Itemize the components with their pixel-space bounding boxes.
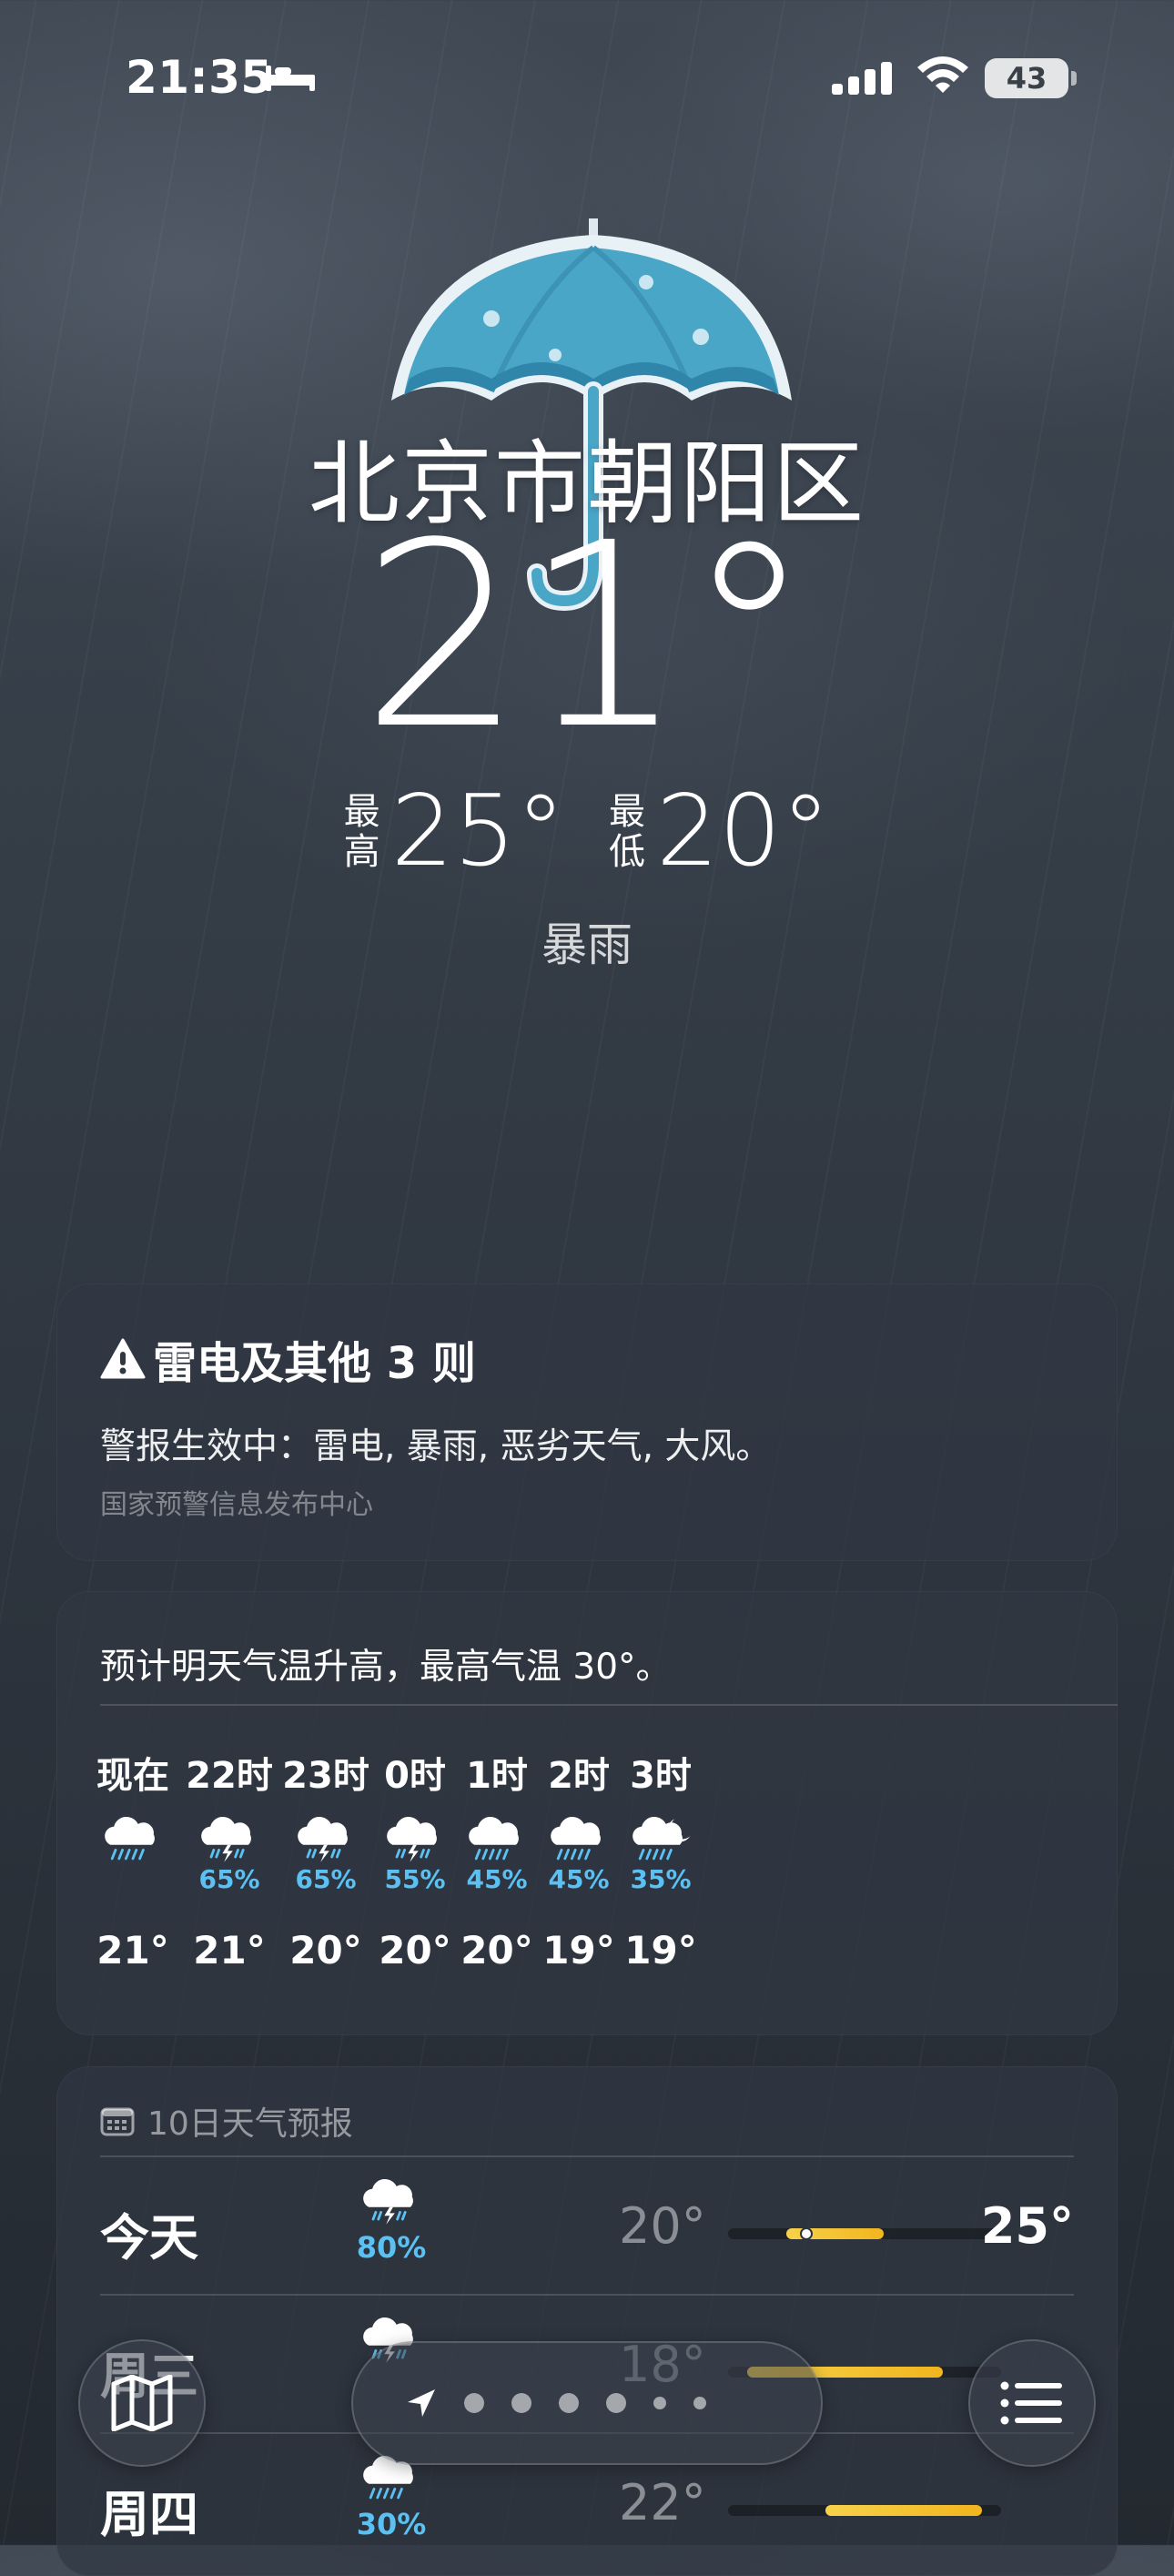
wifi-icon xyxy=(917,56,968,93)
low-label: 最 低 xyxy=(609,791,645,873)
map-button[interactable] xyxy=(78,2339,206,2467)
hour-precip-chance: 65% xyxy=(295,1864,357,1894)
bed-icon xyxy=(266,66,315,91)
day-precip-chance: 80% xyxy=(356,2230,427,2265)
daily-header: 10日天气预报 xyxy=(100,2097,353,2145)
calendar-icon xyxy=(100,2107,135,2136)
cloud-moon-rain-icon xyxy=(633,1816,691,1861)
hour-label: 3时 xyxy=(630,1755,692,1797)
cloud-thunder-rain-icon xyxy=(363,2178,413,2225)
low-temperature-group: 最 低 20° xyxy=(609,783,830,881)
battery-tip xyxy=(1071,71,1077,86)
hour-icon-wrap: 35% xyxy=(597,1815,724,1924)
low-temperature: 20° xyxy=(656,775,831,888)
cellular-signal-icon xyxy=(832,62,892,95)
day-name: 今天 xyxy=(100,2209,198,2267)
cloud-thunder-rain-icon xyxy=(201,1816,251,1862)
location-list-button[interactable] xyxy=(968,2339,1096,2467)
cloud-rain-icon xyxy=(105,1816,155,1861)
high-label: 最 高 xyxy=(343,791,380,873)
high-temperature-group: 最 高 25° xyxy=(344,783,565,881)
day-high-temp: 25° xyxy=(980,2197,1074,2255)
alert-title: 雷电及其他 3 则 xyxy=(100,1327,476,1391)
divider xyxy=(100,1704,1118,1706)
location-arrow-icon[interactable] xyxy=(406,2388,437,2419)
page-dot[interactable] xyxy=(606,2393,626,2413)
temperature-range-bar xyxy=(728,2505,1001,2516)
high-temperature: 25° xyxy=(390,775,565,888)
day-low-temp: 22° xyxy=(619,2474,706,2531)
ten-day-forecast-card[interactable]: 10日天气预报 今天80%20°25°周三18°周四30%22° xyxy=(56,2066,1118,2576)
page-dot[interactable] xyxy=(653,2397,666,2409)
temperature-range-bar xyxy=(728,2227,1001,2240)
day-precip-chance: 30% xyxy=(356,2507,427,2541)
hour-item: 3时 35% 19° xyxy=(597,1746,724,1973)
alert-source: 国家预警信息发布中心 xyxy=(100,1489,373,1521)
day-name: 周四 xyxy=(100,2486,198,2543)
hourly-forecast-card[interactable]: 预计明天气温升高，最高气温 30°。 现在 21° 22时 65% 21° 23时 65% 2… xyxy=(56,1591,1118,2035)
warning-triangle-icon xyxy=(100,1338,146,1379)
weather-condition: 暴雨 xyxy=(541,918,633,971)
status-time: 21:35 xyxy=(126,51,273,104)
weather-alert-card[interactable]: 雷电及其他 3 则 警报生效中：雷电, 暴雨, 恶劣天气, 大风。 国家预警信息… xyxy=(56,1283,1118,1561)
day-icon-wrap: 30% xyxy=(346,2454,437,2541)
map-icon xyxy=(111,2375,173,2431)
hour-precip-chance: 65% xyxy=(198,1864,260,1894)
temperature-range-fill xyxy=(825,2505,982,2516)
current-temperature: 21° xyxy=(360,489,814,786)
list-icon xyxy=(1000,2381,1062,2425)
hour-temperature: 19° xyxy=(624,1928,697,1973)
day-low-temp: 20° xyxy=(619,2197,706,2255)
page-dot[interactable] xyxy=(464,2393,484,2413)
day-row[interactable]: 今天 80% 20° 25° xyxy=(100,2157,1074,2294)
cloud-thunder-rain-icon xyxy=(298,1816,348,1862)
day-icon-wrap: 80% xyxy=(346,2177,437,2265)
hour-precip-chance: 35% xyxy=(630,1864,692,1894)
location-pager[interactable] xyxy=(351,2341,823,2465)
page-dots[interactable] xyxy=(464,2393,706,2413)
page-dot[interactable] xyxy=(559,2393,579,2413)
alert-body: 警报生效中：雷电, 暴雨, 恶劣天气, 大风。 xyxy=(100,1426,772,1467)
hourly-summary: 预计明天气温升高，最高气温 30°。 xyxy=(100,1647,672,1688)
page-dot[interactable] xyxy=(511,2393,531,2413)
page-dot[interactable] xyxy=(693,2397,706,2409)
high-low-temperatures: 最 高 25° 最 低 20° xyxy=(0,783,1174,881)
current-temperature-dot xyxy=(799,2227,813,2240)
battery-icon: 43 xyxy=(985,58,1068,98)
